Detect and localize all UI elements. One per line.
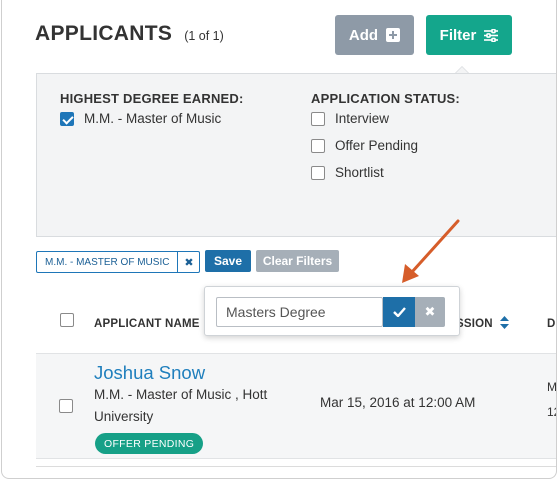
checkbox[interactable] xyxy=(311,165,325,180)
add-button[interactable]: Add xyxy=(335,15,414,55)
status-filter-title: APPLICATION STATUS: xyxy=(311,91,460,106)
active-filter-label: M.M. - MASTER OF MUSIC xyxy=(45,256,170,268)
active-filter-chip[interactable]: M.M. - MASTER OF MUSIC ✖ xyxy=(36,251,201,273)
sort-icon[interactable] xyxy=(500,316,509,329)
status-option-label: Interview xyxy=(335,111,390,126)
edit-filter-popover: Masters Degree ✖ xyxy=(204,286,460,336)
checkbox[interactable] xyxy=(311,138,325,153)
column-header-name[interactable]: APPLICANT NAME xyxy=(94,318,200,330)
submission-date: Mar 15, 2016 at 12:00 AM xyxy=(320,395,476,410)
applicant-degree: M.M. - Master of Music , Hott University xyxy=(94,387,268,424)
filter-name-input[interactable]: Masters Degree xyxy=(216,297,383,327)
status-option-label: Offer Pending xyxy=(335,138,419,153)
page-header: APPLICANTS (1 of 1) xyxy=(35,22,224,46)
save-filters-button[interactable]: Save xyxy=(205,250,251,272)
applicant-name-link[interactable]: Joshua Snow xyxy=(94,362,205,384)
filter-button[interactable]: Filter xyxy=(426,15,512,55)
filter-button-label: Filter xyxy=(439,26,477,44)
row-checkbox[interactable] xyxy=(59,399,73,413)
checkbox-checked[interactable] xyxy=(60,111,74,126)
confirm-button[interactable] xyxy=(383,297,415,327)
column-header-submission[interactable]: SSION xyxy=(456,318,493,330)
degree-filter-title: HIGHEST DEGREE EARNED: xyxy=(60,91,244,106)
remove-filter-icon[interactable]: ✖ xyxy=(177,252,199,272)
select-all-checkbox[interactable] xyxy=(60,313,74,327)
sliders-icon xyxy=(484,28,499,42)
add-button-label: Add xyxy=(348,26,379,44)
result-count: (1 of 1) xyxy=(184,29,224,43)
applicants-panel: APPLICANTS (1 of 1) Add Filter HIGHEST D… xyxy=(1,0,557,479)
status-option-shortlist[interactable]: Shortlist xyxy=(311,165,384,180)
status-option-offer-pending[interactable]: Offer Pending xyxy=(311,138,418,153)
row-divider xyxy=(36,466,556,467)
checkbox[interactable] xyxy=(311,111,325,126)
cut-cell-bottom: 12 xyxy=(547,405,556,419)
status-option-interview[interactable]: Interview xyxy=(311,111,389,126)
status-badge: OFFER PENDING xyxy=(95,433,204,454)
degree-option-label: M.M. - Master of Music xyxy=(84,111,222,126)
check-icon xyxy=(392,307,406,317)
degree-option-mm[interactable]: M.M. - Master of Music xyxy=(60,111,221,126)
filter-panel: HIGHEST DEGREE EARNED: M.M. - Master of … xyxy=(36,73,556,237)
clear-filters-button[interactable]: Clear Filters xyxy=(256,250,339,272)
status-option-label: Shortlist xyxy=(335,165,384,180)
column-header-cut[interactable]: D xyxy=(547,318,556,330)
page-title: APPLICANTS xyxy=(35,22,173,45)
cancel-button[interactable]: ✖ xyxy=(415,297,445,327)
cut-cell-top: M xyxy=(547,380,557,394)
close-icon: ✖ xyxy=(424,304,436,319)
plus-icon xyxy=(386,28,401,42)
